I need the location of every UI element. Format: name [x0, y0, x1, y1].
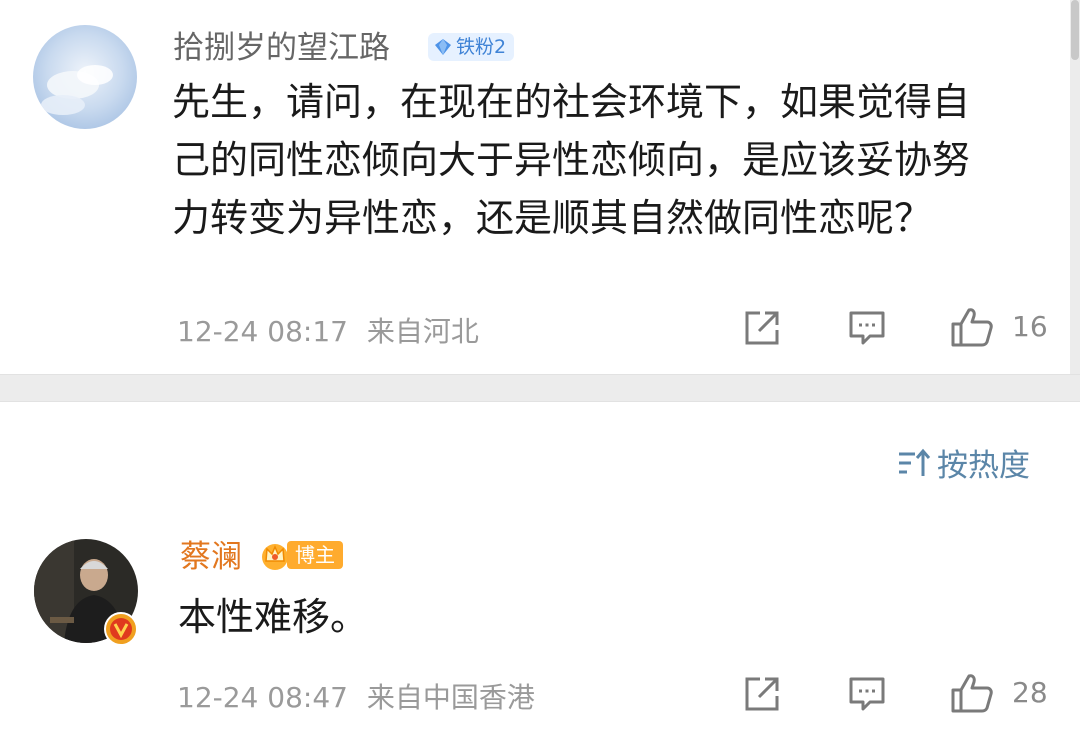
- comment-username[interactable]: 拾捌岁的望江路: [173, 28, 390, 68]
- location: 来自河北: [366, 315, 479, 348]
- comment-icon: [849, 677, 885, 711]
- comment-button[interactable]: [848, 676, 886, 716]
- comment-text-line: 先生，请问，在现在的社会环境下，如果觉得自: [172, 80, 971, 124]
- avatar-sky-image: [33, 25, 137, 129]
- like-button[interactable]: [950, 305, 994, 353]
- sort-icon: [899, 448, 931, 476]
- comment-button[interactable]: [848, 310, 886, 350]
- fan-badge[interactable]: 铁粉2: [428, 33, 515, 61]
- share-button[interactable]: [743, 309, 781, 351]
- reply-username[interactable]: 蔡澜: [180, 537, 242, 577]
- thumbs-up-icon: [951, 674, 993, 713]
- host-badge[interactable]: 博主: [259, 539, 343, 571]
- diamond-icon: [435, 39, 451, 55]
- share-button[interactable]: [743, 675, 781, 717]
- location: 来自中国香港: [366, 681, 535, 714]
- host-badge-label: 博主: [287, 541, 343, 569]
- section-divider: [0, 374, 1080, 402]
- comment-icon: [849, 311, 885, 345]
- comment-text-line: 力转变为异性恋，还是顺其自然做同性恋呢？: [172, 196, 933, 240]
- comment-card: 拾捌岁的望江路 铁粉2 先生，请问，在现在的社会环境下，如果觉得自 己的同性恋倾…: [0, 0, 1080, 373]
- comment-text: 先生，请问，在现在的社会环境下，如果觉得自 己的同性恋倾向大于异性恋倾向，是应该…: [172, 73, 1042, 247]
- comment-meta: 12-24 08:17 来自河北: [177, 310, 479, 350]
- share-icon: [745, 677, 779, 711]
- sort-by-hot-button[interactable]: 按热度: [897, 440, 1030, 485]
- timestamp: 12-24 08:17: [177, 315, 348, 348]
- fan-badge-label: 铁粉2: [456, 36, 507, 58]
- verified-v-icon: [104, 612, 138, 646]
- avatar[interactable]: [33, 25, 137, 129]
- share-icon: [745, 311, 779, 345]
- reply-meta: 12-24 08:47 来自中国香港: [177, 676, 535, 716]
- timestamp: 12-24 08:47: [177, 681, 348, 714]
- comment-text-line: 己的同性恋倾向大于异性恋倾向，是应该妥协努: [172, 138, 971, 182]
- like-count: 16: [1012, 310, 1048, 343]
- thumbs-up-icon: [951, 308, 993, 347]
- reply-text: 本性难移。: [178, 595, 369, 639]
- like-button[interactable]: [950, 671, 994, 719]
- sort-label: 按热度: [937, 448, 1030, 484]
- like-count: 28: [1012, 676, 1048, 709]
